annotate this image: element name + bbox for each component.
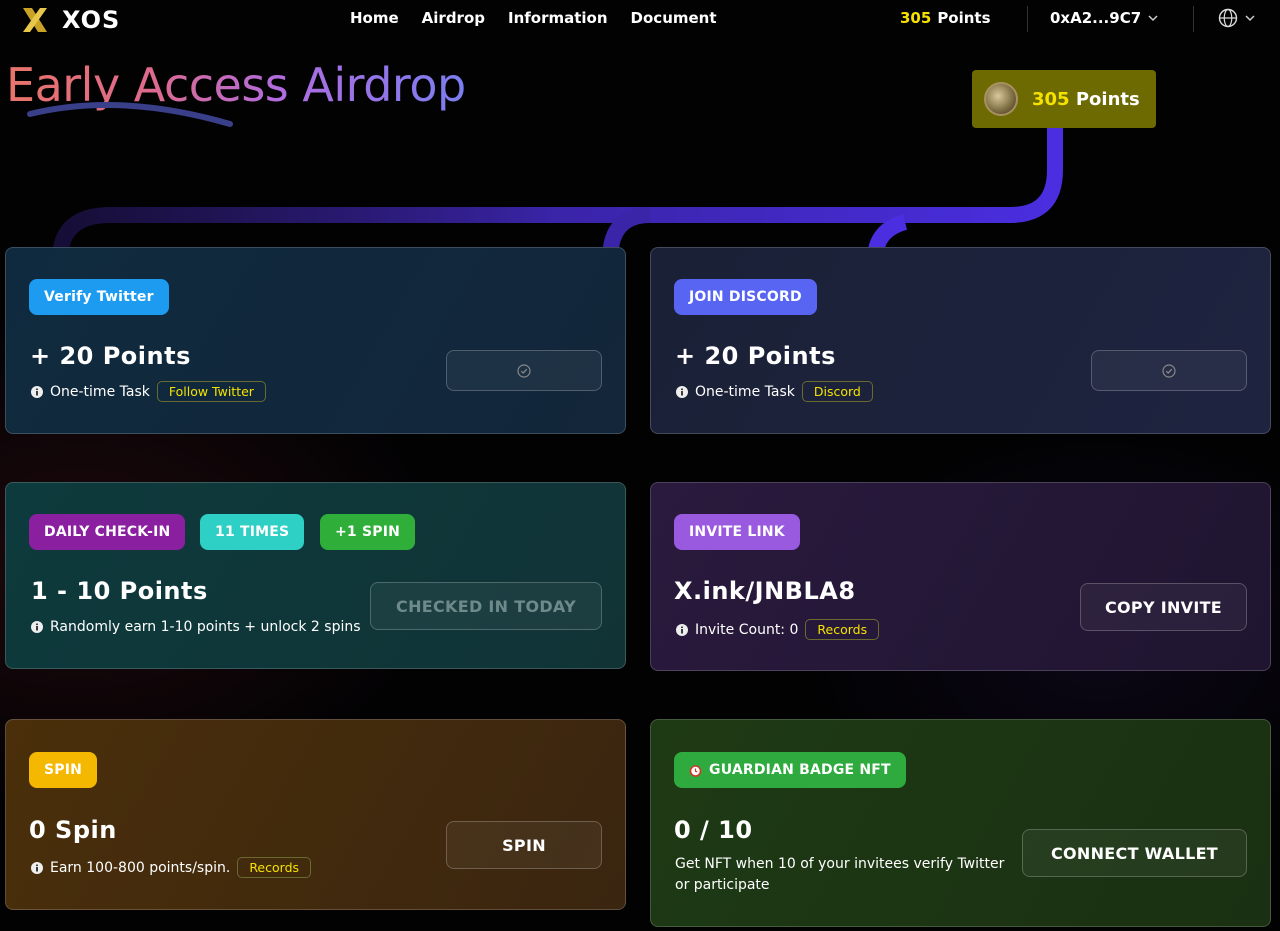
invite-records-link[interactable]: Records [805,619,880,640]
points-badge-label: Points [1075,88,1140,110]
checked-in-today-button[interactable]: CHECKED IN TODAY [370,582,602,630]
spin-note: Earn 100-800 points/spin. Records [31,857,312,878]
discord-completed-button[interactable] [1091,350,1247,391]
twitter-completed-button[interactable] [446,350,602,391]
twitter-task-text: One-time Task [50,383,150,400]
points-badge: 305 Points [972,70,1156,128]
language-selector[interactable] [1218,8,1256,28]
verify-twitter-card: Verify Twitter + 20 Points One-time Task… [5,247,626,434]
invite-count-note: Invite Count: 0 Records [676,619,880,640]
info-icon [676,623,688,636]
checkin-times-tag: 11 TIMES [200,514,305,550]
nft-progress-heading: 0 / 10 [674,816,753,844]
guardian-badge-tag-text: GUARDIAN BADGE NFT [709,762,891,778]
brand-logo[interactable]: XOS [20,5,120,35]
twitter-points-heading: + 20 Points [30,342,191,370]
twitter-task-note: One-time Task Follow Twitter [31,381,266,402]
spin-card: SPIN 0 Spin Earn 100-800 points/spin. Re… [5,719,626,910]
header-points-label: Points [937,9,991,27]
header-points: 305 Points [900,9,991,27]
invite-link-tag: INVITE LINK [674,514,800,550]
copy-invite-button[interactable]: COPY INVITE [1080,583,1247,631]
connect-wallet-button[interactable]: CONNECT WALLET [1022,829,1247,877]
wallet-address: 0xA2...9C7 [1050,9,1142,27]
top-navbar: XOS Home Airdrop Information Document 30… [0,0,1280,40]
spin-button[interactable]: SPIN [446,821,602,869]
spin-records-link[interactable]: Records [237,857,312,878]
spin-note-text: Earn 100-800 points/spin. [50,859,231,876]
discord-task-note: One-time Task Discord [676,381,873,402]
discord-points-heading: + 20 Points [675,342,836,370]
wallet-dropdown[interactable]: 0xA2...9C7 [1050,9,1159,27]
spin-count-heading: 0 Spin [29,816,117,844]
nav-document[interactable]: Document [631,9,717,27]
check-circle-icon [517,363,531,378]
nav-airdrop[interactable]: Airdrop [422,9,485,27]
chevron-down-icon [1245,15,1255,22]
info-icon [31,861,43,874]
guardian-badge-tag: GUARDIAN BADGE NFT [674,752,906,788]
alarm-clock-icon [689,764,702,777]
discord-task-text: One-time Task [695,383,795,400]
coin-icon [984,82,1018,116]
header-divider [1193,6,1194,32]
checkin-note: Randomly earn 1-10 points + unlock 2 spi… [31,619,361,635]
plus-spin-tag: +1 SPIN [320,514,416,550]
header-divider [1027,6,1028,32]
nav-information[interactable]: Information [508,9,608,27]
spin-tag: SPIN [29,752,98,788]
daily-checkin-card: DAILY CHECK-IN 11 TIMES +1 SPIN 1 - 10 P… [5,482,626,669]
discord-link[interactable]: Discord [801,381,873,402]
header-points-value: 305 [900,9,932,27]
brand-name: XOS [62,6,121,34]
nav-home[interactable]: Home [350,9,399,27]
checkin-note-text: Randomly earn 1-10 points + unlock 2 spi… [50,619,361,635]
verify-twitter-tag: Verify Twitter [29,279,169,315]
join-discord-card: JOIN DISCORD + 20 Points One-time Task D… [650,247,1271,434]
nft-note: Get NFT when 10 of your invitees verify … [675,856,1005,893]
follow-twitter-link[interactable]: Follow Twitter [156,381,266,402]
guardian-badge-card: GUARDIAN BADGE NFT 0 / 10 Get NFT when 1… [650,719,1271,927]
invite-count-text: Invite Count: 0 [695,621,799,638]
daily-checkin-tag: DAILY CHECK-IN [29,514,186,550]
info-icon [31,621,43,633]
points-badge-value: 305 [1032,88,1070,110]
title-swoosh-decoration [27,102,233,127]
checkin-points-heading: 1 - 10 Points [31,577,208,605]
invite-link-card: INVITE LINK X.ink/JNBLA8 Invite Count: 0… [650,482,1271,671]
globe-icon [1218,8,1238,28]
main-nav: Home Airdrop Information Document [350,9,717,27]
info-icon [31,385,43,398]
x-logo-icon [23,8,47,32]
invite-link-value: X.ink/JNBLA8 [674,577,856,605]
check-circle-icon [1162,363,1176,378]
join-discord-tag: JOIN DISCORD [674,279,817,315]
info-icon [676,385,688,398]
chevron-down-icon [1148,15,1158,22]
